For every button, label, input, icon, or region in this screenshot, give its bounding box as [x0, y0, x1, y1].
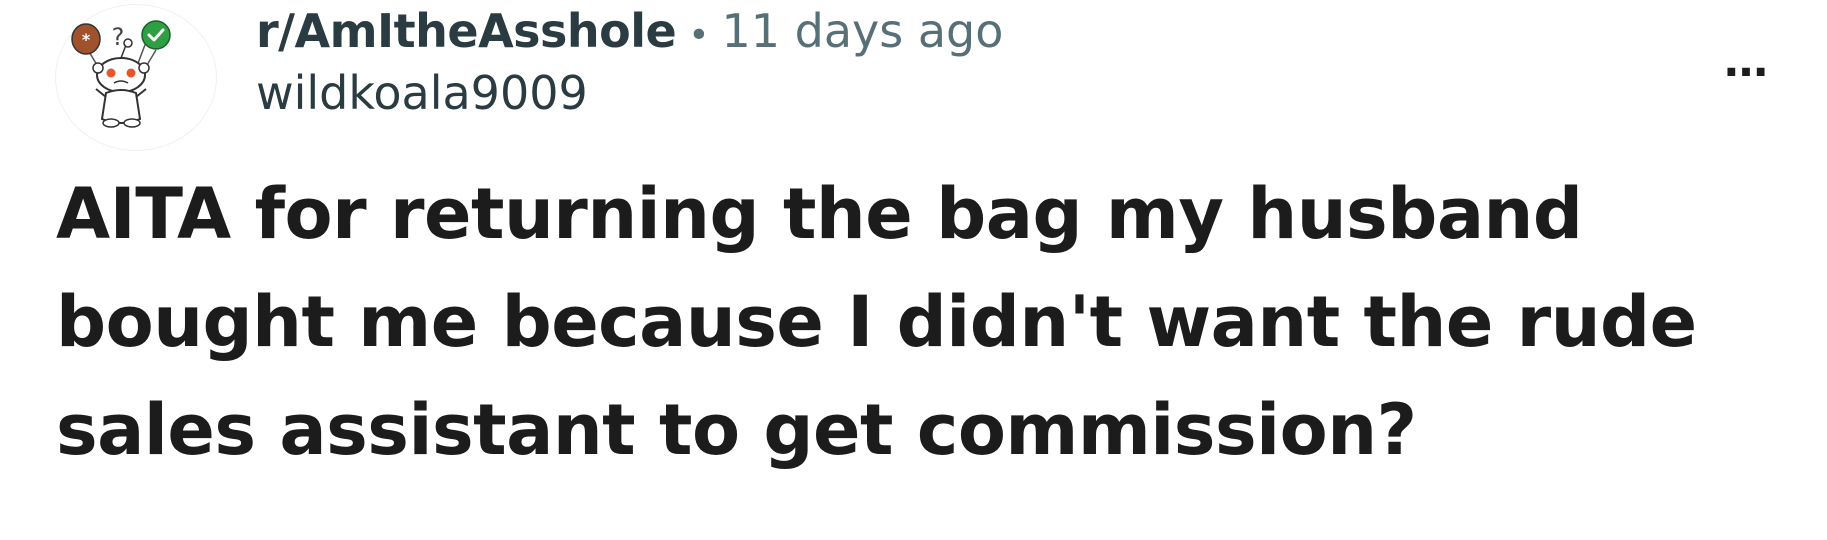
- post-meta: r/AmItheAsshole • 11 days ago wildkoala9…: [256, 8, 1003, 116]
- post-title[interactable]: AITA for returning the bag my husband bo…: [56, 160, 1796, 484]
- subreddit-avatar[interactable]: * ?: [56, 5, 216, 150]
- post-timestamp: 11 days ago: [721, 4, 1004, 58]
- meta-separator: •: [688, 15, 710, 56]
- more-options-icon: …: [1724, 36, 1768, 87]
- author-link[interactable]: wildkoala9009: [256, 70, 1003, 116]
- snoo-avatar-icon: * ?: [71, 20, 171, 128]
- subreddit-link[interactable]: r/AmItheAsshole: [256, 8, 677, 54]
- post-meta-line: r/AmItheAsshole • 11 days ago: [256, 8, 1003, 54]
- svg-text:*: *: [82, 30, 91, 49]
- more-options-button[interactable]: …: [1712, 36, 1776, 87]
- post-header: * ? r/AmItheAsshole • 11 days ago wildko…: [56, 0, 1776, 150]
- svg-text:?: ?: [112, 23, 125, 51]
